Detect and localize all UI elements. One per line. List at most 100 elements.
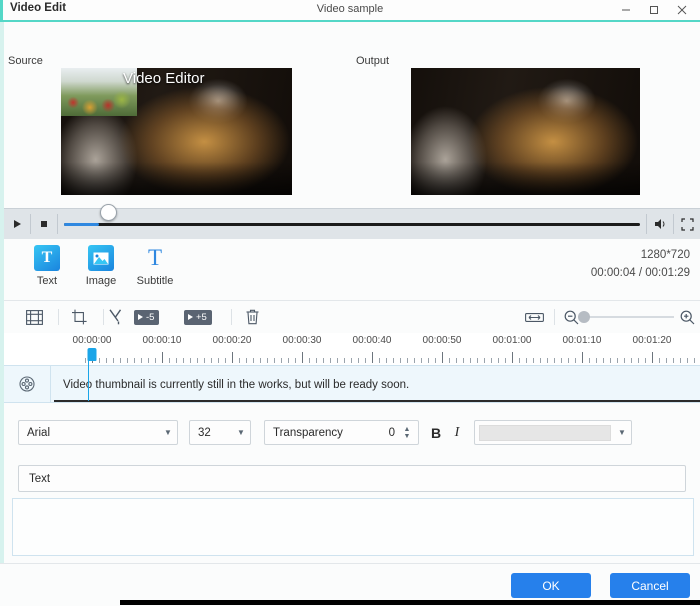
video-edit-window: Video Edit Video sample Source Output Vi… xyxy=(0,0,700,606)
ruler-tick-minor xyxy=(316,358,317,363)
transparency-stepper[interactable]: ▲ ▼ xyxy=(399,426,418,440)
text-overlay[interactable]: Video Editor xyxy=(123,70,204,87)
split-icon[interactable] xyxy=(102,305,128,329)
ruler-tick-major xyxy=(232,352,233,363)
timeline-ruler[interactable]: 00:00:00 00:00:10 00:00:20 00:00:30 00:00:40… xyxy=(4,333,700,365)
text-preview-pane[interactable] xyxy=(12,498,694,556)
ruler-tick-minor xyxy=(337,358,338,363)
ruler-tick-minor xyxy=(323,358,324,363)
ruler-label: 00:00:20 xyxy=(212,335,252,346)
ruler-tick-minor xyxy=(414,358,415,363)
back-5-badge: -5 xyxy=(134,309,160,325)
clip-outline[interactable] xyxy=(54,400,700,402)
ruler-tick-minor xyxy=(666,358,667,363)
ruler-tick-minor xyxy=(113,358,114,363)
tool-text[interactable]: T Text xyxy=(18,244,76,287)
output-video-frame xyxy=(411,68,640,195)
ruler-tick-major xyxy=(162,352,163,363)
italic-label: I xyxy=(454,425,460,440)
ruler-tick-minor xyxy=(344,358,345,363)
seek-slider[interactable] xyxy=(64,204,640,238)
font-size-select[interactable]: 32 ▼ xyxy=(189,420,251,445)
zoom-slider-handle[interactable] xyxy=(578,311,590,323)
text-color-select[interactable]: ▼ xyxy=(474,420,632,445)
media-info: 1280*720 00:00:04 / 00:01:29 xyxy=(591,246,690,282)
maximize-button[interactable] xyxy=(640,0,668,20)
tool-subtitle[interactable]: T Subtitle xyxy=(126,244,184,287)
ruler-tick-minor xyxy=(617,358,618,363)
seek-track[interactable] xyxy=(64,222,640,226)
bold-button[interactable]: B xyxy=(426,422,446,444)
ruler-tick-minor xyxy=(645,358,646,363)
ruler-tick-minor xyxy=(603,358,604,363)
crop-icon[interactable] xyxy=(66,305,92,329)
text-input[interactable]: Text xyxy=(18,465,686,492)
ruler-tick-minor xyxy=(547,358,548,363)
font-family-value: Arial xyxy=(27,426,51,439)
ruler-tick-minor xyxy=(99,358,100,363)
ruler-tick-minor xyxy=(589,358,590,363)
output-preview[interactable] xyxy=(411,68,640,195)
ruler-tick-major xyxy=(302,352,303,363)
ruler-tick-minor xyxy=(309,358,310,363)
zoom-in-icon[interactable] xyxy=(676,305,698,329)
ruler-tick-minor xyxy=(540,358,541,363)
forward-5-icon[interactable]: +5 xyxy=(184,305,212,329)
filmstrip-icon[interactable] xyxy=(21,305,47,329)
ruler-tick-minor xyxy=(218,358,219,363)
ruler-tick-minor xyxy=(687,358,688,363)
ruler-tick-minor xyxy=(211,358,212,363)
seek-handle[interactable] xyxy=(100,204,118,221)
ruler-tick-major xyxy=(372,352,373,363)
ruler-tick-minor xyxy=(120,358,121,363)
cancel-button[interactable]: Cancel xyxy=(610,573,690,598)
font-family-select[interactable]: Arial ▼ xyxy=(18,420,178,445)
subtitle-icon: T xyxy=(147,245,163,270)
italic-button[interactable]: I xyxy=(447,422,467,444)
tool-image-label: Image xyxy=(85,275,117,287)
tool-image[interactable]: Image xyxy=(72,244,130,287)
output-label: Output xyxy=(356,55,390,67)
ruler-tick-minor xyxy=(365,358,366,363)
film-reel-icon[interactable] xyxy=(4,376,50,392)
ruler-tick-minor xyxy=(281,358,282,363)
tool-text-label: Text xyxy=(36,275,58,287)
ruler-tick-minor xyxy=(449,358,450,363)
chevron-down-icon: ▼ xyxy=(164,428,172,437)
bottom-strip xyxy=(120,600,700,605)
fit-width-icon[interactable] xyxy=(521,305,547,329)
minimize-button[interactable] xyxy=(612,0,640,20)
close-button[interactable] xyxy=(668,0,696,20)
ruler-tick-minor xyxy=(330,358,331,363)
ruler-tick-minor xyxy=(561,358,562,363)
stop-button[interactable] xyxy=(31,210,57,238)
fullscreen-icon[interactable] xyxy=(674,210,700,238)
forward-5-badge: +5 xyxy=(184,309,212,325)
ruler-tick-major xyxy=(512,352,513,363)
ruler-label: 00:01:10 xyxy=(562,335,602,346)
back-5-icon[interactable]: -5 xyxy=(134,305,160,329)
ruler-tick-minor xyxy=(435,358,436,363)
ok-button[interactable]: OK xyxy=(511,573,591,598)
ruler-tick-minor xyxy=(680,358,681,363)
chevron-down-icon-2: ▼ xyxy=(237,428,245,437)
source-preview[interactable]: Video Editor xyxy=(61,68,292,195)
play-button[interactable] xyxy=(4,210,30,238)
ruler-tick-minor xyxy=(533,358,534,363)
zoom-slider-track[interactable] xyxy=(584,316,674,318)
ruler-tick-major xyxy=(582,352,583,363)
video-track-row: Video thumbnail is currently still in th… xyxy=(4,365,700,403)
chevron-down-icon-3: ▼ xyxy=(618,428,626,437)
ruler-tick-minor xyxy=(386,358,387,363)
ruler-tick-minor xyxy=(568,358,569,363)
ruler-label: 00:00:50 xyxy=(422,335,462,346)
delete-icon[interactable] xyxy=(239,305,265,329)
playhead-line xyxy=(88,350,89,401)
ruler-tick-minor xyxy=(239,358,240,363)
volume-icon[interactable] xyxy=(647,210,673,238)
ruler-tick-minor xyxy=(694,358,695,363)
transparency-field[interactable]: Transparency 0 ▲ ▼ xyxy=(264,420,419,445)
ruler-tick-minor xyxy=(106,358,107,363)
back-5-label: -5 xyxy=(146,311,155,323)
transparency-value: 0 xyxy=(388,426,395,439)
